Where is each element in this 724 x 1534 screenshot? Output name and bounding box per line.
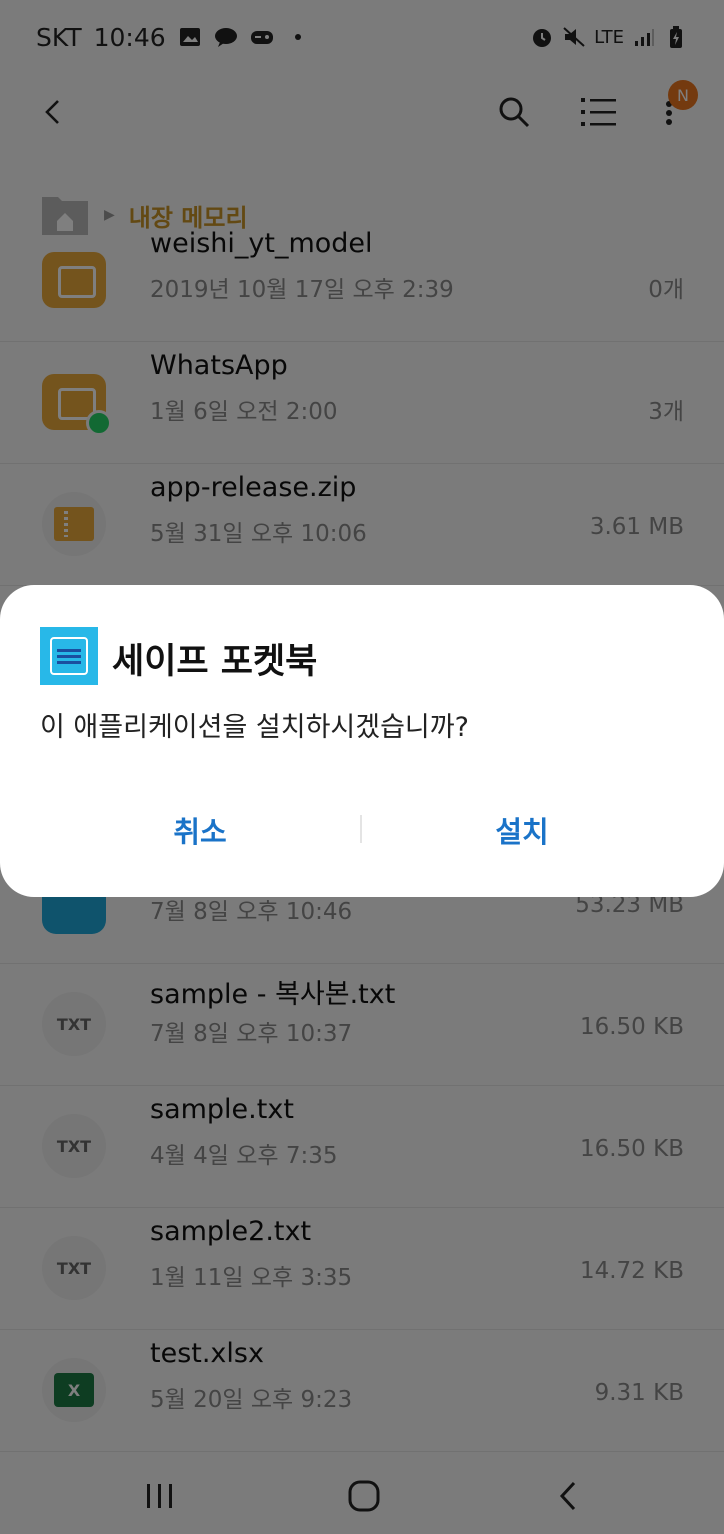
- install-button[interactable]: 설치: [362, 795, 682, 865]
- dialog-message: 이 애플리케이션을 설치하시겠습니까?: [40, 712, 469, 743]
- app-icon: [40, 627, 98, 685]
- cancel-button[interactable]: 취소: [40, 795, 360, 865]
- dialog-title: 세이프 포켓북: [112, 642, 318, 682]
- install-dialog: 세이프 포켓북 이 애플리케이션을 설치하시겠습니까? 취소 설치: [0, 585, 724, 897]
